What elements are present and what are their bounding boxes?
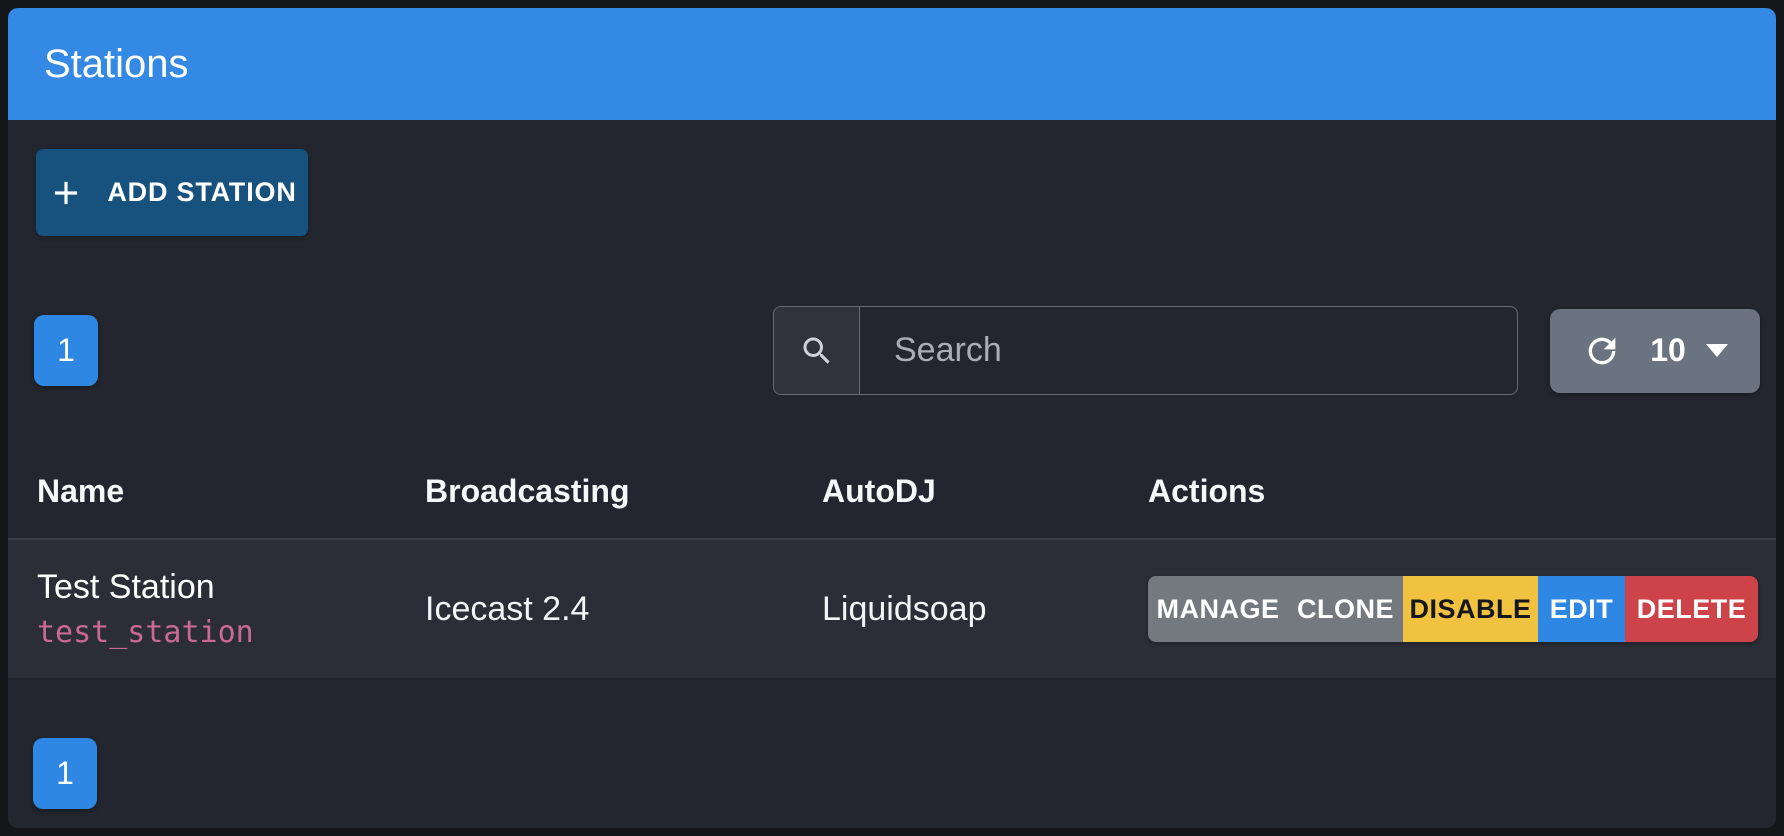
column-header-name: Name (37, 473, 425, 510)
page-title: Stations (44, 42, 189, 87)
stations-table: Name Broadcasting AutoDJ Actions Test St… (8, 445, 1776, 680)
add-station-row: ADD STATION (8, 120, 1776, 236)
manage-button[interactable]: MANAGE (1148, 576, 1288, 642)
station-autodj-cell: Liquidsoap (822, 590, 1148, 629)
delete-button[interactable]: DELETE (1625, 576, 1758, 642)
clone-button[interactable]: CLONE (1288, 576, 1403, 642)
per-page-value: 10 (1650, 332, 1686, 369)
pagination-page-button-top[interactable]: 1 (34, 315, 98, 386)
add-station-button[interactable]: ADD STATION (36, 149, 308, 236)
station-short-name: test_station (37, 615, 425, 650)
add-station-label: ADD STATION (107, 177, 296, 208)
plus-icon (47, 174, 85, 212)
disable-button[interactable]: DISABLE (1403, 576, 1538, 642)
search-icon (799, 333, 835, 369)
per-page-dropdown[interactable]: 10 (1636, 309, 1752, 393)
search-input[interactable] (860, 307, 1517, 394)
stations-card: Stations ADD STATION 1 10 (8, 8, 1776, 828)
column-header-autodj: AutoDJ (822, 473, 1148, 510)
card-header: Stations (8, 8, 1776, 120)
column-header-broadcasting: Broadcasting (425, 473, 822, 510)
station-actions-cell: MANAGE CLONE DISABLE EDIT DELETE (1148, 576, 1776, 642)
refresh-button[interactable] (1558, 309, 1636, 393)
caret-down-icon (1706, 344, 1728, 357)
edit-button[interactable]: EDIT (1538, 576, 1625, 642)
pagination-page-button-bottom[interactable]: 1 (33, 738, 97, 809)
search-icon-box (774, 307, 860, 394)
per-page-group: 10 (1550, 309, 1760, 393)
station-name: Test Station (37, 568, 425, 607)
station-broadcasting-cell: Icecast 2.4 (425, 590, 822, 629)
refresh-icon (1582, 331, 1622, 371)
table-row: Test Station test_station Icecast 2.4 Li… (8, 538, 1776, 680)
table-header-row: Name Broadcasting AutoDJ Actions (8, 445, 1776, 538)
search-group (773, 306, 1518, 395)
station-name-cell: Test Station test_station (37, 568, 425, 650)
actions-button-group: MANAGE CLONE DISABLE EDIT DELETE (1148, 576, 1758, 642)
toolbar: 1 10 (8, 306, 1776, 395)
page-frame: Stations ADD STATION 1 10 (0, 0, 1784, 836)
column-header-actions: Actions (1148, 473, 1776, 510)
footer-pagination: 1 (8, 738, 1776, 809)
